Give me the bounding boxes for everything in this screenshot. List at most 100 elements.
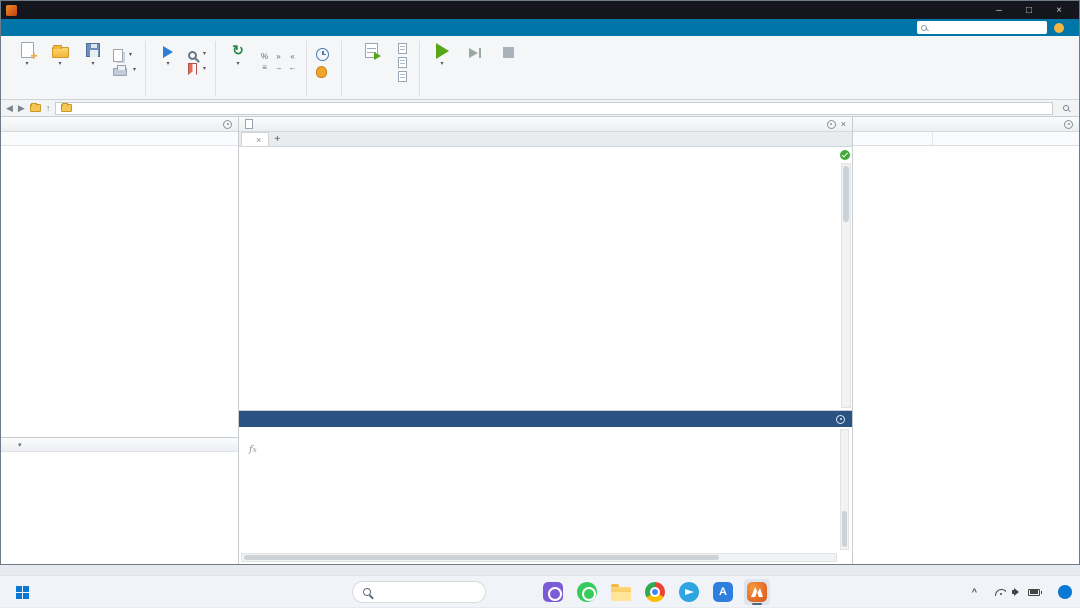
tab-code4[interactable]: × (241, 132, 270, 146)
maximize-icon[interactable]: □ (1014, 1, 1044, 19)
document-icon (245, 119, 253, 129)
uncomment-icon[interactable]: ← (286, 63, 299, 73)
command-window[interactable]: fx (239, 427, 852, 564)
title-bar: – □ × (1, 1, 1079, 19)
new-button[interactable]: ▾ (12, 39, 42, 85)
taskbar-apps: A (540, 579, 770, 605)
bookmark-button[interactable]: ▾ (186, 63, 208, 75)
back-icon[interactable]: ◀ (6, 103, 13, 114)
workspace-value-column[interactable] (933, 132, 1079, 145)
analyze-button[interactable] (314, 65, 334, 78)
file-explorer-button[interactable] (608, 579, 634, 605)
code-analyzer-ok-icon[interactable] (840, 150, 850, 160)
whatsapp-button[interactable] (574, 579, 600, 605)
command-window-header[interactable] (239, 411, 852, 427)
up-one-level-icon[interactable]: ↑ (46, 103, 51, 113)
run-button[interactable]: ▾ (427, 39, 457, 85)
search-documentation-input[interactable] (930, 22, 1043, 33)
run-to-end-button[interactable] (396, 70, 412, 82)
translate-app-button[interactable]: A (710, 579, 736, 605)
profiler-button[interactable] (314, 47, 334, 61)
matlab-logo-icon (747, 582, 767, 602)
step-button[interactable] (460, 39, 490, 85)
tab-close-icon[interactable]: × (256, 135, 261, 145)
find-button[interactable]: ▾ (186, 49, 208, 60)
smart-indent-icon[interactable]: → (272, 63, 285, 73)
notification-badge[interactable] (1058, 585, 1072, 599)
refactor-button[interactable]: ↻ ▾ (223, 39, 253, 85)
matlab-app-icon (6, 4, 17, 16)
taskbar-search[interactable] (352, 581, 486, 603)
address-search-icon[interactable] (1058, 105, 1074, 111)
print-button[interactable]: ▾ (111, 64, 138, 76)
details-header[interactable]: ▾ (1, 437, 238, 452)
new-tab-button[interactable]: + (269, 132, 285, 146)
run-and-advance-button[interactable] (396, 56, 412, 68)
command-vscrollbar[interactable] (840, 429, 849, 550)
quick-access (917, 19, 1079, 36)
editor-close-icon[interactable]: × (841, 119, 846, 129)
editor-tab-strip: × + (239, 132, 852, 147)
compare-button[interactable]: ▾ (111, 48, 138, 62)
new-script-icon (20, 42, 38, 63)
desktop: – □ × ▾ ▾ ▾ (0, 0, 1080, 607)
tray-chevron-icon[interactable]: ^ (972, 587, 977, 597)
wrap-comments-icon[interactable]: ≡ (258, 63, 271, 73)
goto-button[interactable]: ▾ (153, 39, 183, 85)
command-window-menu-icon[interactable] (836, 414, 845, 424)
fx-icon[interactable]: fx (249, 444, 257, 455)
step-icon (469, 47, 482, 58)
start-button[interactable] (10, 580, 34, 604)
open-button[interactable]: ▾ (45, 39, 75, 85)
comment-icon[interactable]: % (258, 52, 271, 62)
save-button[interactable]: ▾ (78, 39, 108, 85)
stop-button[interactable] (493, 39, 523, 85)
file-explorer-icon (611, 584, 631, 601)
address-bar: ◀ ▶ ↑ (1, 100, 1079, 117)
workspace-name-column[interactable] (853, 132, 933, 145)
run-section-icon (364, 43, 381, 60)
community-icon[interactable] (1054, 22, 1064, 33)
purple-app-button[interactable] (540, 579, 566, 605)
main-area: ▾ × × + fx (1, 117, 1079, 564)
run-section-button[interactable] (349, 39, 393, 85)
section-break-button[interactable] (396, 42, 412, 54)
goto-arrow-icon (163, 46, 174, 58)
code-editor[interactable] (239, 147, 838, 410)
command-hscrollbar[interactable] (241, 553, 837, 562)
workspace-panel (853, 117, 1079, 564)
wifi-icon[interactable] (995, 588, 1006, 596)
current-folder-header (1, 117, 238, 132)
chevron-down-icon[interactable]: ▾ (18, 441, 22, 449)
editor-scrollbar[interactable] (841, 163, 851, 408)
chrome-button[interactable] (642, 579, 668, 605)
panel-menu-icon[interactable] (223, 119, 232, 129)
indent-left-icon[interactable]: « (286, 52, 299, 62)
analyze-badge-icon (316, 65, 328, 78)
workspace-header (853, 117, 1079, 132)
minimize-icon[interactable]: – (984, 1, 1014, 19)
scrollbar-thumb[interactable] (843, 166, 849, 222)
ribbon-section-label (216, 86, 306, 99)
editor-menu-icon[interactable] (826, 119, 836, 129)
matlab-taskbar-button[interactable] (744, 579, 770, 605)
volume-icon[interactable] (1012, 588, 1022, 596)
search-icon (921, 24, 927, 31)
command-prompt-row[interactable]: fx (249, 443, 836, 456)
name-column-header[interactable] (1, 132, 238, 146)
browse-folder-icon[interactable] (29, 103, 41, 112)
code-editor-area (239, 147, 852, 411)
workspace-menu-icon[interactable] (1064, 119, 1073, 129)
taskbar: A ^ (0, 575, 1080, 607)
scrollbar-thumb[interactable] (244, 555, 720, 560)
workspace-column-headers (853, 132, 1079, 146)
ribbon-section-label (5, 86, 145, 99)
search-documentation-box[interactable] (917, 21, 1047, 34)
forward-icon[interactable]: ▶ (18, 103, 25, 114)
indent-right-icon[interactable]: » (272, 52, 285, 62)
scrollbar-thumb[interactable] (842, 511, 847, 547)
battery-icon[interactable] (1028, 588, 1042, 596)
telegram-button[interactable] (676, 579, 702, 605)
close-icon[interactable]: × (1044, 1, 1074, 19)
breadcrumb[interactable] (55, 101, 1053, 115)
